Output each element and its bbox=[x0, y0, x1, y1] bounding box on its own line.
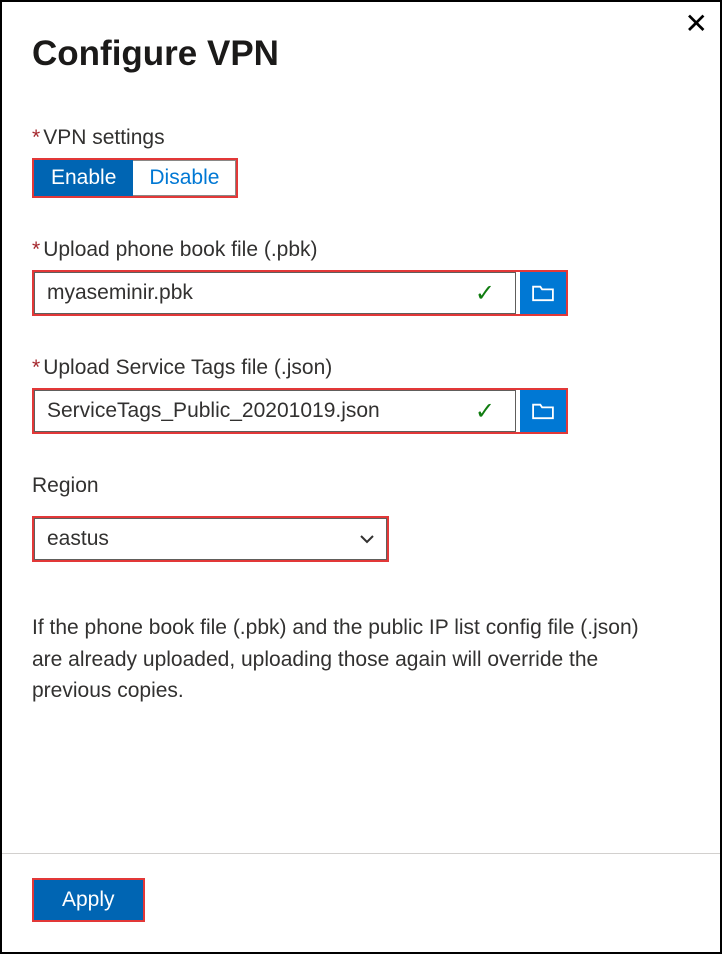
phone-book-input-row: myaseminir.pbk ✓ bbox=[32, 270, 568, 316]
folder-icon bbox=[532, 402, 554, 420]
phone-book-field: *Upload phone book file (.pbk) myasemini… bbox=[32, 238, 690, 316]
service-tags-filename: ServiceTags_Public_20201019.json bbox=[47, 399, 467, 423]
vpn-disable-option[interactable]: Disable bbox=[133, 160, 236, 196]
region-field: Region eastus bbox=[32, 474, 690, 562]
phone-book-filename: myaseminir.pbk bbox=[47, 281, 467, 305]
region-select-wrap: eastus bbox=[32, 516, 389, 562]
info-text: If the phone book file (.pbk) and the pu… bbox=[32, 612, 690, 707]
required-asterisk: * bbox=[32, 356, 40, 379]
checkmark-icon: ✓ bbox=[475, 279, 495, 308]
phone-book-input[interactable]: myaseminir.pbk ✓ bbox=[34, 272, 516, 314]
close-button[interactable]: ✕ bbox=[685, 10, 708, 38]
phone-book-label-text: Upload phone book file (.pbk) bbox=[43, 238, 317, 261]
apply-button[interactable]: Apply bbox=[34, 880, 143, 920]
vpn-settings-label-text: VPN settings bbox=[43, 126, 164, 149]
region-select[interactable]: eastus bbox=[34, 518, 387, 560]
region-label: Region bbox=[32, 474, 690, 498]
chevron-down-icon bbox=[360, 534, 374, 544]
vpn-enable-option[interactable]: Enable bbox=[34, 160, 133, 196]
panel-footer: Apply bbox=[2, 853, 720, 952]
folder-icon bbox=[532, 284, 554, 302]
panel-title: Configure VPN bbox=[32, 34, 690, 74]
service-tags-label: *Upload Service Tags file (.json) bbox=[32, 356, 690, 380]
service-tags-input-row: ServiceTags_Public_20201019.json ✓ bbox=[32, 388, 568, 434]
phone-book-label: *Upload phone book file (.pbk) bbox=[32, 238, 690, 262]
region-value: eastus bbox=[47, 527, 109, 551]
service-tags-label-text: Upload Service Tags file (.json) bbox=[43, 356, 332, 379]
required-asterisk: * bbox=[32, 126, 40, 149]
service-tags-field: *Upload Service Tags file (.json) Servic… bbox=[32, 356, 690, 434]
service-tags-input[interactable]: ServiceTags_Public_20201019.json ✓ bbox=[34, 390, 516, 432]
vpn-settings-field: *VPN settings Enable Disable bbox=[32, 126, 690, 198]
checkmark-icon: ✓ bbox=[475, 397, 495, 426]
service-tags-browse-button[interactable] bbox=[520, 390, 566, 432]
phone-book-browse-button[interactable] bbox=[520, 272, 566, 314]
vpn-settings-label: *VPN settings bbox=[32, 126, 690, 150]
required-asterisk: * bbox=[32, 238, 40, 261]
vpn-toggle: Enable Disable bbox=[32, 158, 238, 198]
